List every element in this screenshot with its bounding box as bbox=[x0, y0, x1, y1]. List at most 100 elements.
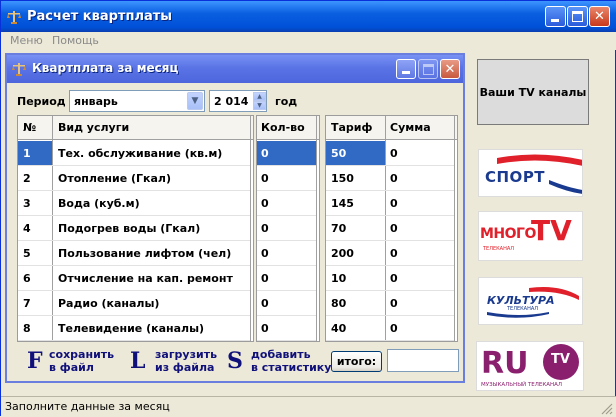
column-divider bbox=[316, 116, 317, 341]
quantity-cell[interactable]: 0 bbox=[257, 241, 316, 265]
tariff-cell[interactable]: 40 bbox=[326, 316, 385, 340]
quantity-cell[interactable]: 0 bbox=[257, 191, 316, 215]
hotkey-stats-text[interactable]: добавить в статистику bbox=[251, 348, 331, 374]
sum-cell: 0 bbox=[390, 247, 398, 260]
status-bar: Заполните данные за месяц bbox=[1, 396, 616, 417]
quantity-cell[interactable]: 0 bbox=[257, 141, 316, 165]
spin-down-icon[interactable]: ▼ bbox=[253, 101, 266, 110]
table-row[interactable]: 0 bbox=[257, 191, 316, 216]
table-row[interactable]: 0 bbox=[257, 216, 316, 241]
table-row[interactable]: 150 0 bbox=[326, 166, 454, 191]
child-window-title: Квартплата за месяц bbox=[32, 61, 179, 75]
table-row[interactable]: 0 bbox=[257, 291, 316, 316]
table-row[interactable]: 1 Тех. обслуживание (кв.м) bbox=[18, 141, 250, 166]
table-row[interactable]: 6 Отчисление на кап. ремонт bbox=[18, 266, 250, 291]
tariff-grid-header: Тариф Сумма bbox=[326, 116, 457, 140]
service-name-cell: Радио (каналы) bbox=[58, 297, 160, 310]
tariff-cell[interactable]: 200 bbox=[326, 241, 385, 265]
sport-logo-text: СПОРТ bbox=[485, 168, 546, 186]
header-number: № bbox=[23, 121, 37, 134]
child-titlebar[interactable]: Квартплата за месяц ✕ bbox=[7, 55, 463, 83]
minimize-button[interactable] bbox=[545, 6, 566, 27]
table-row[interactable]: 8 Телевидение (каналы) bbox=[18, 316, 250, 341]
hotkey-load-line2: из файла bbox=[155, 361, 215, 374]
quantity-cell[interactable]: 0 bbox=[257, 166, 316, 190]
service-name-cell: Тех. обслуживание (кв.м) bbox=[58, 147, 223, 160]
mnogo-tv-channel-logo[interactable]: МНОГО TV ТЕЛЕКАНАЛ bbox=[478, 211, 583, 261]
tariff-cell[interactable]: 80 bbox=[326, 291, 385, 315]
quantity-cell[interactable]: 0 bbox=[257, 216, 316, 240]
main-titlebar[interactable]: Расчет квартплаты ✕ bbox=[1, 1, 616, 32]
table-row[interactable]: 4 Подогрев воды (Гкал) bbox=[18, 216, 250, 241]
year-value: 2 014 bbox=[214, 95, 249, 108]
table-row[interactable]: 2 Отопление (Гкал) bbox=[18, 166, 250, 191]
ru-tv-channel-logo[interactable]: RU TV МУЗЫКАЛЬНЫЙ ТЕЛЕКАНАЛ bbox=[476, 341, 584, 391]
row-number-cell: 1 bbox=[18, 141, 52, 165]
total-button[interactable]: итого: bbox=[331, 351, 382, 372]
table-row[interactable]: 10 0 bbox=[326, 266, 454, 291]
hotkey-save-text[interactable]: сохранить в файл bbox=[49, 348, 114, 374]
table-row[interactable]: 0 bbox=[257, 141, 316, 166]
resize-grip-icon[interactable] bbox=[601, 403, 613, 415]
quantity-cell[interactable]: 0 bbox=[257, 316, 316, 340]
child-close-button[interactable]: ✕ bbox=[440, 59, 460, 79]
table-row[interactable]: 0 bbox=[257, 241, 316, 266]
header-quantity: Кол-во bbox=[261, 121, 305, 134]
tariff-cell[interactable]: 50 bbox=[326, 141, 385, 165]
menu-item-help[interactable]: Помощь bbox=[52, 34, 99, 47]
tariff-cell[interactable]: 150 bbox=[326, 166, 385, 190]
table-row[interactable]: 7 Радио (каналы) bbox=[18, 291, 250, 316]
child-minimize-button[interactable] bbox=[396, 59, 416, 79]
maximize-button[interactable] bbox=[567, 6, 588, 27]
month-value: январь bbox=[74, 95, 118, 108]
tariff-cell[interactable]: 10 bbox=[326, 266, 385, 290]
table-row[interactable]: 50 0 bbox=[326, 141, 454, 166]
row-separator bbox=[257, 340, 316, 341]
tariff-cell[interactable]: 70 bbox=[326, 216, 385, 240]
close-button[interactable]: ✕ bbox=[589, 6, 610, 27]
table-row[interactable]: 0 bbox=[257, 166, 316, 191]
total-field[interactable] bbox=[387, 349, 459, 372]
row-number-cell: 3 bbox=[23, 197, 31, 210]
table-row[interactable]: 145 0 bbox=[326, 191, 454, 216]
hotkey-load-text[interactable]: загрузить из файла bbox=[155, 348, 217, 374]
month-select[interactable]: январь ▼ bbox=[69, 90, 205, 112]
kultura-channel-logo[interactable]: КУЛЬТУРА ТЕЛЕКАНАЛ bbox=[478, 277, 583, 325]
app-scales-icon bbox=[7, 11, 21, 24]
menu-item-menu[interactable]: Меню bbox=[10, 34, 43, 47]
service-name-cell: Подогрев воды (Гкал) bbox=[58, 222, 201, 235]
ru-logo-text: RU bbox=[481, 346, 529, 381]
sum-cell: 0 bbox=[390, 272, 398, 285]
table-row[interactable]: 3 Вода (куб.м) bbox=[18, 191, 250, 216]
sport-channel-logo[interactable]: СПОРТ bbox=[478, 149, 583, 197]
main-window-title: Расчет квартплаты bbox=[27, 9, 173, 24]
menu-bar: Меню Помощь bbox=[1, 32, 616, 50]
sum-cell: 0 bbox=[390, 297, 398, 310]
table-row[interactable]: 70 0 bbox=[326, 216, 454, 241]
sum-cell: 0 bbox=[390, 172, 398, 185]
year-label: год bbox=[275, 95, 298, 108]
quantity-cell[interactable]: 0 bbox=[257, 266, 316, 290]
table-row[interactable]: 40 0 bbox=[326, 316, 454, 341]
tariff-cell[interactable]: 145 bbox=[326, 191, 385, 215]
hotkey-load-line1: загрузить bbox=[155, 348, 218, 361]
quantity-cell[interactable]: 0 bbox=[257, 291, 316, 315]
table-row[interactable]: 0 bbox=[257, 316, 316, 341]
table-row[interactable]: 80 0 bbox=[326, 291, 454, 316]
services-grid[interactable]: № Вид услуги 1 Тех. обслуживание (кв.м) 2 О… bbox=[17, 115, 254, 342]
sum-cell: 0 bbox=[390, 322, 398, 335]
table-row[interactable]: 200 0 bbox=[326, 241, 454, 266]
main-window: Расчет квартплаты ✕ Меню Помощь Квартпла… bbox=[0, 0, 616, 417]
mnogo-logo-tv: TV bbox=[531, 214, 572, 247]
ru-logo-sub: МУЗЫКАЛЬНЫЙ ТЕЛЕКАНАЛ bbox=[481, 382, 563, 388]
table-row[interactable]: 0 bbox=[257, 266, 316, 291]
child-maximize-button[interactable] bbox=[418, 59, 438, 79]
chevron-down-icon[interactable]: ▼ bbox=[187, 92, 203, 110]
tariff-grid[interactable]: Тариф Сумма 50 0 150 0 145 0 70 0 200 0 10 0 80 0 40 0 bbox=[325, 115, 458, 342]
row-separator bbox=[326, 340, 454, 341]
spin-up-icon[interactable]: ▲ bbox=[253, 92, 266, 101]
tv-channels-button[interactable]: Ваши TV каналы bbox=[477, 59, 589, 125]
table-row[interactable]: 5 Пользование лифтом (чел) bbox=[18, 241, 250, 266]
year-spinner[interactable]: 2 014 ▲ ▼ bbox=[209, 90, 267, 112]
quantity-grid[interactable]: Кол-во 00000000 bbox=[256, 115, 320, 342]
